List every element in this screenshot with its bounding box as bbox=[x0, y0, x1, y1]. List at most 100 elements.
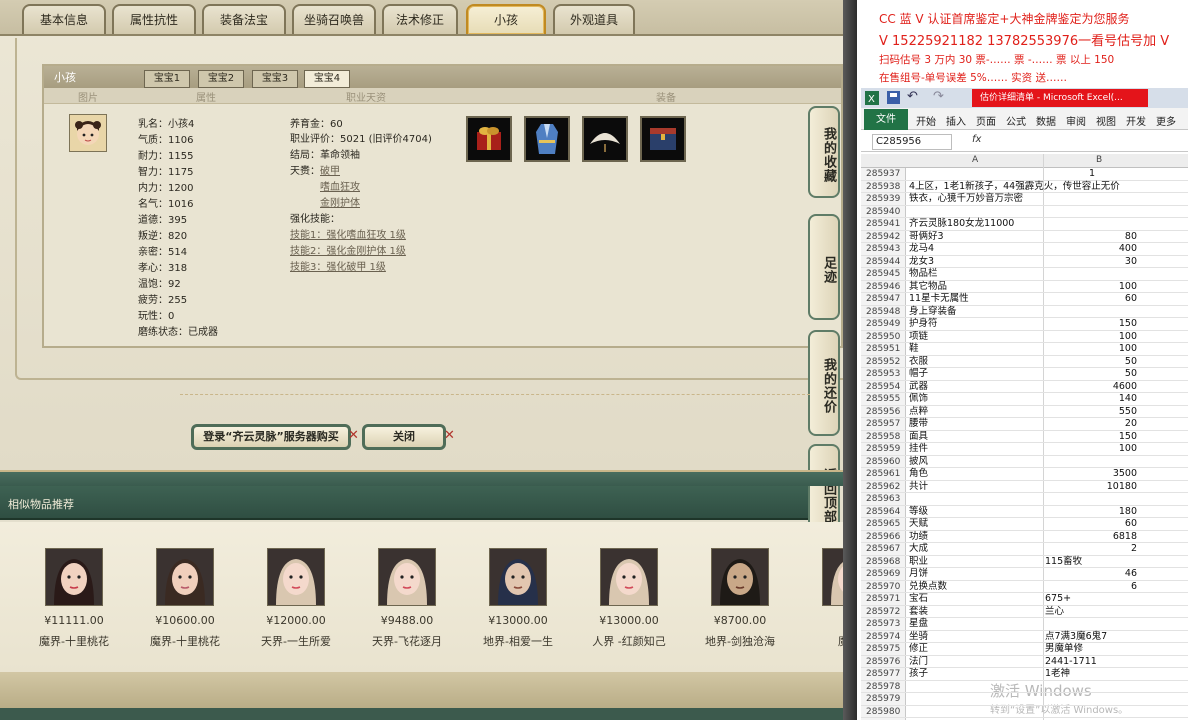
cell-a[interactable]: 坐骑 bbox=[909, 631, 928, 644]
sheet-row[interactable]: 285953 帽子 50 bbox=[861, 368, 1188, 381]
cell-a[interactable]: 龙马4 bbox=[909, 243, 934, 256]
ribbon-tab-home[interactable]: 开始 bbox=[916, 113, 936, 128]
close-button[interactable]: 关闭 bbox=[362, 424, 446, 450]
cell-b[interactable]: 46 bbox=[1045, 568, 1137, 581]
sheet-row[interactable]: 285949 护身符 150 bbox=[861, 318, 1188, 331]
sheet-row[interactable]: 285942 哥俩好3 80 bbox=[861, 231, 1188, 243]
fx-icon[interactable]: fx bbox=[972, 134, 981, 145]
cell-a[interactable]: 套装 bbox=[909, 606, 928, 619]
my-favorites-button[interactable]: 我的收藏 bbox=[808, 106, 840, 198]
recommend-portrait[interactable] bbox=[600, 548, 658, 606]
ribbon-tab-file[interactable]: 文件 bbox=[864, 109, 908, 130]
recommend-name[interactable]: 人界 -红颜知己 bbox=[581, 633, 677, 649]
sheet-row[interactable]: 285955 佩饰 140 bbox=[861, 393, 1188, 406]
sheet-row[interactable]: 285972 套装 兰心 bbox=[861, 606, 1188, 619]
subtab-baby-3[interactable]: 宝宝3 bbox=[252, 70, 298, 88]
cell-b[interactable]: 点7满3魔6鬼7 bbox=[1045, 631, 1107, 644]
recommend-portrait[interactable] bbox=[267, 548, 325, 606]
ribbon-tab-view[interactable]: 视图 bbox=[1096, 113, 1116, 128]
cell-b[interactable]: 10180 bbox=[1045, 481, 1137, 494]
sheet-row[interactable]: 285977 孩子 1老神 bbox=[861, 668, 1188, 681]
tab-mounts[interactable]: 坐骑召唤兽 bbox=[292, 4, 376, 34]
cell-b[interactable]: 1老神 bbox=[1045, 668, 1070, 681]
cell-b[interactable]: 60 bbox=[1045, 518, 1137, 531]
sheet-row[interactable]: 285946 其它物品 100 bbox=[861, 281, 1188, 293]
my-bargain-button[interactable]: 我的还价 bbox=[808, 330, 840, 436]
cell-a[interactable]: 武器 bbox=[909, 381, 928, 394]
tab-equipment[interactable]: 装备法宝 bbox=[202, 4, 286, 34]
equip-slot-4[interactable] bbox=[640, 116, 686, 162]
sheet-row[interactable]: 285970 兑换点数 6 bbox=[861, 581, 1188, 594]
cell-b[interactable]: 6 bbox=[1045, 581, 1137, 594]
cell-a[interactable]: 帽子 bbox=[909, 368, 928, 381]
recommend-portrait[interactable] bbox=[378, 548, 436, 606]
skill-1[interactable]: 技能1：强化嗜血狂攻 1级 bbox=[290, 226, 406, 241]
ribbon-tab-page[interactable]: 页面 bbox=[976, 113, 996, 128]
ribbon-tab-dev[interactable]: 开发 bbox=[1126, 113, 1146, 128]
skill-2[interactable]: 技能2：强化金刚护体 1级 bbox=[290, 242, 406, 257]
cell-b[interactable]: 150 bbox=[1045, 318, 1137, 331]
sheet-row[interactable]: 285951 鞋 100 bbox=[861, 343, 1188, 356]
ribbon-tab-insert[interactable]: 插入 bbox=[946, 113, 966, 128]
tab-basic-info[interactable]: 基本信息 bbox=[22, 4, 106, 34]
subtab-baby-4[interactable]: 宝宝4 bbox=[304, 70, 350, 88]
column-b-header[interactable]: B bbox=[1096, 155, 1102, 165]
recommend-name[interactable]: 地界-剑独沧海 bbox=[692, 633, 788, 649]
sheet-row[interactable]: 285971 宝石 675+ bbox=[861, 593, 1188, 606]
cell-a[interactable]: 4上区，1老1新孩子，44强霹克火，传世容止无价 bbox=[909, 181, 1120, 194]
sheet-row[interactable]: 285966 功绩 6818 bbox=[861, 531, 1188, 543]
cell-a[interactable]: 共计 bbox=[909, 481, 928, 494]
cell-b[interactable]: 4600 bbox=[1045, 381, 1137, 394]
cell-b[interactable]: 30 bbox=[1045, 256, 1137, 269]
cell-a[interactable]: 天赋 bbox=[909, 518, 928, 531]
equip-slot-2[interactable] bbox=[524, 116, 570, 162]
sheet-row[interactable]: 285952 衣服 50 bbox=[861, 356, 1188, 368]
cell-b[interactable]: 400 bbox=[1045, 243, 1137, 256]
ribbon-tab-formula[interactable]: 公式 bbox=[1006, 113, 1026, 128]
sheet-row[interactable]: 285945 物品栏 bbox=[861, 268, 1188, 281]
redo-icon[interactable]: ↷ bbox=[933, 89, 944, 104]
cell-a[interactable]: 项链 bbox=[909, 331, 928, 344]
cell-b[interactable]: 2 bbox=[1045, 543, 1137, 556]
cell-a[interactable]: 护身符 bbox=[909, 318, 938, 331]
subtab-baby-2[interactable]: 宝宝2 bbox=[198, 70, 244, 88]
cell-b[interactable]: 675+ bbox=[1045, 593, 1071, 606]
sheet-row[interactable]: 285964 等级 180 bbox=[861, 506, 1188, 518]
cell-a[interactable]: 角色 bbox=[909, 468, 928, 481]
sheet-row[interactable]: 285960 披风 bbox=[861, 456, 1188, 468]
cell-b[interactable]: 140 bbox=[1045, 393, 1137, 406]
recommend-name[interactable]: 魔界-十里桃花 bbox=[137, 633, 233, 649]
sheet-row[interactable]: 285954 武器 4600 bbox=[861, 381, 1188, 394]
recommend-name[interactable]: 魔界-十里桃花 bbox=[26, 633, 122, 649]
cell-b[interactable]: 150 bbox=[1045, 431, 1137, 444]
cell-b[interactable]: 2441-1711 bbox=[1045, 656, 1097, 669]
cell-b[interactable]: 60 bbox=[1045, 293, 1137, 306]
cell-a[interactable]: 月饼 bbox=[909, 568, 928, 581]
sheet-row[interactable]: 285937 1 bbox=[861, 168, 1188, 181]
sheet-row[interactable]: 285961 角色 3500 bbox=[861, 468, 1188, 481]
ribbon-tab-more[interactable]: 更多 bbox=[1156, 113, 1176, 128]
cell-a[interactable]: 法门 bbox=[909, 656, 928, 669]
sheet-row[interactable]: 285980 bbox=[861, 706, 1188, 718]
sheet-row[interactable]: 285974 坐骑 点7满3魔6鬼7 bbox=[861, 631, 1188, 644]
sheet-row[interactable]: 285939 铁衣，心獍千万妙音万宗密 bbox=[861, 193, 1188, 206]
tab-spell-correction[interactable]: 法术修正 bbox=[382, 4, 458, 34]
sheet-row[interactable]: 285978 bbox=[861, 681, 1188, 693]
sheet-row[interactable]: 285979 bbox=[861, 693, 1188, 706]
recommend-portrait[interactable] bbox=[489, 548, 547, 606]
cell-a[interactable]: 挂件 bbox=[909, 443, 928, 456]
cell-a[interactable]: 宝石 bbox=[909, 593, 928, 606]
sheet-row[interactable]: 285959 挂件 100 bbox=[861, 443, 1188, 456]
cell-a[interactable]: 齐云灵脉180女龙11000 bbox=[909, 218, 1014, 231]
sheet-row[interactable]: 285968 职业 115畜牧 bbox=[861, 556, 1188, 568]
cell-a[interactable]: 铁衣，心獍千万妙音万宗密 bbox=[909, 193, 1023, 206]
sheet-row[interactable]: 285947 11星卡无属性 60 bbox=[861, 293, 1188, 306]
tab-attributes[interactable]: 属性抗性 bbox=[112, 4, 196, 34]
tab-child[interactable]: 小孩 bbox=[466, 4, 546, 34]
cell-a[interactable]: 11星卡无属性 bbox=[909, 293, 969, 306]
subtab-baby-1[interactable]: 宝宝1 bbox=[144, 70, 190, 88]
cell-a[interactable]: 修正 bbox=[909, 643, 928, 656]
recommend-portrait[interactable] bbox=[822, 548, 843, 606]
cell-b[interactable]: 550 bbox=[1045, 406, 1137, 419]
cell-a[interactable]: 孩子 bbox=[909, 668, 928, 681]
